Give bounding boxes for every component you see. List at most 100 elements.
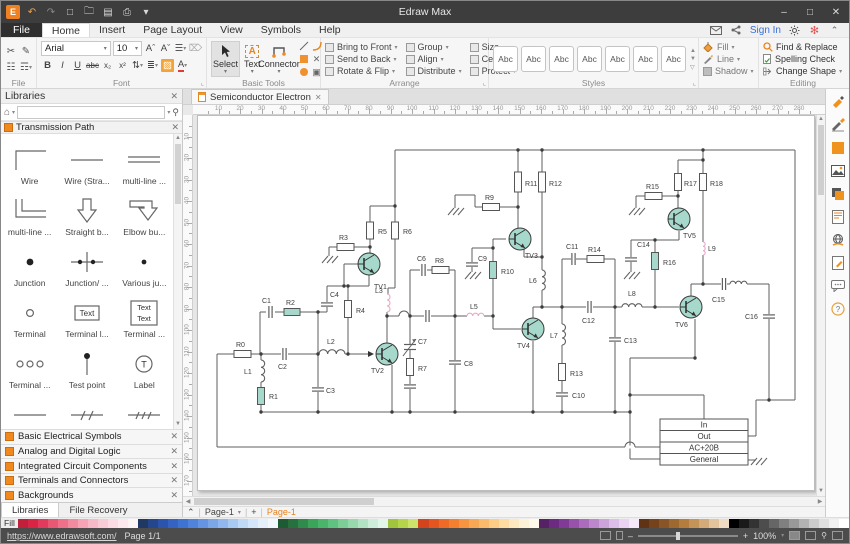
scrollbar-thumb[interactable] [175, 144, 181, 204]
library-shape-multi-line[interactable]: multi-line ... [1, 187, 58, 238]
color-swatch[interactable] [799, 519, 809, 528]
superscript-icon[interactable]: x² [116, 59, 129, 72]
color-swatch[interactable] [479, 519, 489, 528]
style-preset-7[interactable]: Abc [661, 46, 686, 72]
scroll-up-icon[interactable]: ▲ [174, 134, 182, 143]
arrange-align[interactable]: Align▾ [406, 54, 462, 64]
library-section-backgrounds[interactable]: Backgrounds✕ [1, 487, 182, 502]
zoom-dropdown-icon[interactable]: ▾ [781, 532, 784, 539]
color-swatch[interactable] [88, 519, 98, 528]
normal-view-icon[interactable] [789, 531, 800, 540]
color-swatch[interactable] [539, 519, 549, 528]
color-swatch[interactable] [298, 519, 308, 528]
color-swatch[interactable] [589, 519, 599, 528]
color-swatch[interactable] [659, 519, 669, 528]
color-swatch[interactable] [629, 519, 639, 528]
zoom-in-button[interactable]: + [743, 531, 748, 541]
line-style-icon[interactable] [830, 117, 846, 133]
library-shape-straight-b[interactable]: Straight b... [58, 187, 115, 238]
page-setup-icon[interactable] [830, 255, 846, 271]
circuit-component-C8[interactable]: C8 [449, 361, 473, 368]
color-swatch[interactable] [38, 519, 48, 528]
circuit-component-C7[interactable]: C7 [403, 339, 427, 356]
rectangle-tool-icon[interactable] [298, 53, 310, 65]
styles-dialog-launcher-icon[interactable]: ⌞ [693, 79, 696, 87]
color-swatch[interactable] [809, 519, 819, 528]
color-swatch[interactable] [769, 519, 779, 528]
scroll-right-icon[interactable]: ▶ [815, 498, 825, 505]
library-shape-transmiss[interactable]: Transmiss... [1, 391, 58, 429]
edraw-logo-icon[interactable]: E [6, 5, 20, 19]
color-swatch[interactable] [418, 519, 428, 528]
close-button[interactable]: ✕ [823, 1, 849, 23]
color-swatch[interactable] [188, 519, 198, 528]
color-swatch[interactable] [779, 519, 789, 528]
community-flower-icon[interactable]: ✻ [808, 25, 821, 36]
circuit-component-C9[interactable]: C9 [466, 256, 487, 266]
library-section-terminals-and-connectors[interactable]: Terminals and Connectors✕ [1, 473, 182, 488]
home-icon[interactable]: ⌂ [4, 107, 10, 118]
circuit-component-R9[interactable]: R9 [483, 195, 500, 211]
shadow-button[interactable]: Shadow▾ [703, 66, 754, 76]
fill-color-icon[interactable] [830, 140, 846, 156]
notes-icon[interactable] [830, 209, 846, 225]
scroll-left-icon[interactable]: ◀ [183, 498, 193, 505]
circuit-component-R14[interactable]: R14 [587, 247, 604, 263]
font-size-select[interactable]: 10▾ [113, 41, 142, 56]
color-swatch[interactable] [68, 519, 78, 528]
page-select[interactable]: Page-1 [205, 507, 234, 517]
italic-icon[interactable]: I [56, 59, 69, 72]
color-swatch[interactable] [739, 519, 749, 528]
circuit-component-R0[interactable]: R0 [234, 342, 251, 358]
circuit-component-C3[interactable]: C3 [312, 388, 335, 395]
circuit-component-gnd[interactable] [624, 272, 640, 279]
circuit-component-R16[interactable]: R16 [652, 253, 676, 270]
color-swatch[interactable] [158, 519, 168, 528]
circuit-component-TV3[interactable]: TV3 [509, 228, 538, 260]
circuit-component-R7[interactable]: R7 [407, 359, 428, 376]
circuit-component-L8[interactable]: L8 [622, 291, 642, 307]
arrange-send-to-back[interactable]: Send to Back▾ [325, 54, 398, 64]
color-swatch[interactable] [459, 519, 469, 528]
color-swatch[interactable] [268, 519, 278, 528]
decrease-font-icon[interactable]: Aˇ [159, 42, 172, 55]
styles-more-icon[interactable]: ▽ [690, 64, 696, 71]
color-swatch[interactable] [378, 519, 388, 528]
color-swatch[interactable] [248, 519, 258, 528]
collapse-ribbon-icon[interactable]: ⌃ [828, 25, 841, 36]
drawing-page[interactable]: TV1TV2TV3TV4TV5TV6R0R1R2R3R4R5R6R7R8R9R1… [197, 115, 815, 491]
hscroll-thumb[interactable] [194, 498, 374, 505]
semiconductor-circuit-diagram[interactable]: TV1TV2TV3TV4TV5TV6R0R1R2R3R4R5R6R7R8R9R1… [198, 116, 816, 492]
vertical-scrollbar[interactable]: ▲ ▼ [816, 115, 825, 496]
zoom-slider[interactable] [638, 535, 738, 537]
circuit-component-C6[interactable]: C6 [417, 256, 426, 276]
library-shape-elbow-bu[interactable]: Elbow bu... [116, 187, 173, 238]
color-swatch[interactable] [278, 519, 288, 528]
color-swatch[interactable] [429, 519, 439, 528]
library-shape-transmiss[interactable]: Transmiss... [116, 391, 173, 429]
fit-width-icon[interactable] [616, 531, 623, 540]
styles-up-icon[interactable]: ▲ [690, 48, 696, 54]
circuit-component-C10[interactable]: C10 [556, 393, 585, 400]
circuit-component-TV1[interactable]: TV1 [358, 253, 387, 291]
clear-format-icon[interactable]: ⌦ [189, 42, 202, 55]
color-swatch[interactable] [559, 519, 569, 528]
menu-tab-insert[interactable]: Insert [90, 23, 134, 37]
style-preset-1[interactable]: Abc [493, 46, 518, 72]
styles-down-icon[interactable]: ▼ [690, 56, 696, 62]
color-swatch[interactable] [258, 519, 268, 528]
color-swatch[interactable] [709, 519, 719, 528]
arrange-dialog-launcher-icon[interactable]: ⌞ [483, 79, 486, 87]
underline-icon[interactable]: U [71, 59, 84, 72]
bullet-list-icon[interactable]: ≣▾ [146, 59, 159, 72]
style-preset-4[interactable]: Abc [577, 46, 602, 72]
library-shape-terminal[interactable]: Terminal [1, 289, 58, 340]
arrange-distribute[interactable]: Distribute▾ [406, 66, 462, 76]
library-shape-wire[interactable]: Wire [1, 136, 58, 187]
page-dropdown-icon[interactable]: ▾ [238, 509, 241, 516]
style-preset-5[interactable]: Abc [605, 46, 630, 72]
color-swatch[interactable] [408, 519, 418, 528]
io-table[interactable]: InOutAC+20BGeneral [660, 419, 748, 465]
color-swatch[interactable] [308, 519, 318, 528]
color-swatch[interactable] [529, 519, 539, 528]
